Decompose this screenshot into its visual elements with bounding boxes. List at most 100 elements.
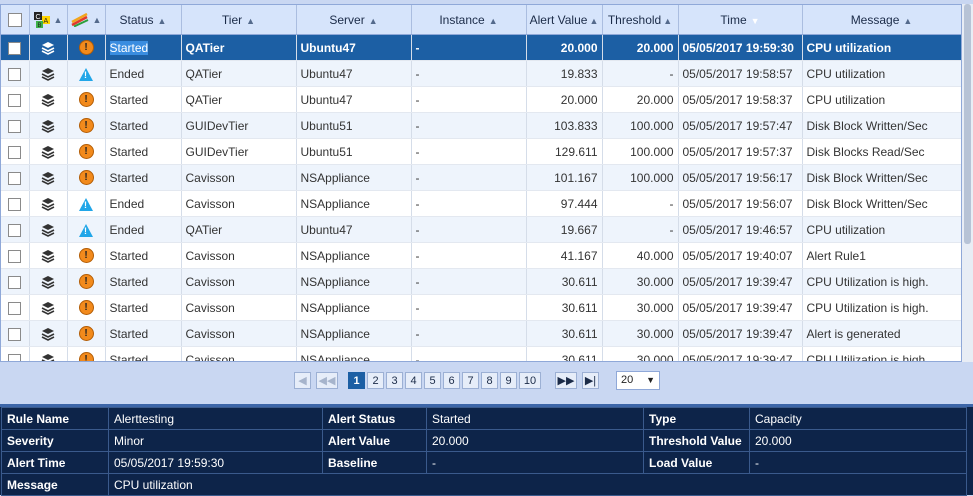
row-server-cell: NSAppliance: [296, 164, 412, 191]
column-category-header[interactable]: C A B ▲︎: [29, 5, 68, 35]
row-server-cell: NSAppliance: [296, 242, 412, 269]
row-tier-cell: Cavisson: [181, 268, 297, 295]
row-tier-cell: QATier: [181, 60, 297, 87]
row-category-cell: [29, 138, 68, 165]
row-category-cell: [29, 294, 68, 321]
table-row[interactable]: ! Started GUIDevTier Ubuntu51-103.833 100.00…: [1, 112, 961, 139]
column-threshold-header[interactable]: Threshold ▲︎: [602, 5, 679, 35]
page-size-select[interactable]: 20 ▼︎: [616, 371, 660, 390]
layers-icon: [41, 223, 55, 237]
prev-page-button[interactable]: ◀︎◀︎: [316, 372, 338, 389]
page-button-4[interactable]: 4: [405, 372, 422, 389]
row-time-cell: 05/05/2017 19:39:47: [678, 320, 803, 347]
svg-text:B: B: [37, 23, 41, 28]
row-status-cell: Started: [105, 138, 182, 165]
row-checkbox[interactable]: [1, 112, 30, 139]
row-instance-cell: -: [411, 138, 527, 165]
column-message-header[interactable]: Message ▲︎: [802, 5, 961, 35]
table-row[interactable]: ! Started GUIDevTier Ubuntu51-129.611 100.00…: [1, 138, 961, 165]
warning-circle-icon: !: [78, 352, 94, 361]
next-page-button[interactable]: ▶︎▶︎: [555, 372, 577, 389]
page-button-10[interactable]: 10: [519, 372, 541, 389]
row-alert-value-cell: 30.611: [526, 268, 603, 295]
alert-detail-table: Rule Name Alerttesting Alert Status Star…: [1, 407, 967, 496]
row-message-cell: CPU Utilization is high.: [802, 346, 961, 361]
column-time-header[interactable]: Time ▼︎: [678, 5, 803, 35]
row-checkbox[interactable]: [1, 346, 30, 361]
row-status-cell: Started: [105, 86, 182, 113]
page-button-9[interactable]: 9: [500, 372, 517, 389]
select-all-checkbox[interactable]: [1, 5, 30, 35]
layers-icon: [41, 301, 55, 315]
table-row[interactable]: ! Started QATier Ubuntu47-20.000 20.000 05/05…: [1, 86, 961, 113]
table-row[interactable]: ! Started Cavisson NSAppliance -101.167 100.0…: [1, 164, 961, 191]
column-server-header[interactable]: Server ▲︎: [296, 5, 412, 35]
last-page-button[interactable]: ▶︎|: [582, 372, 599, 389]
row-checkbox[interactable]: [1, 138, 30, 165]
sort-icon: ▲︎: [903, 15, 913, 26]
table-row[interactable]: ! Started QATier Ubuntu47-20.000 20.000 05/05…: [1, 34, 961, 61]
sort-icon: ▲︎: [53, 14, 63, 25]
row-checkbox[interactable]: [1, 190, 30, 217]
page-button-1[interactable]: 1: [348, 372, 365, 389]
row-threshold-cell: 30.000: [602, 320, 679, 347]
table-row[interactable]: ! Started Cavisson NSAppliance -41.167 40.000…: [1, 242, 961, 269]
table-row[interactable]: ! Started Cavisson NSAppliance -30.611 30.000…: [1, 268, 961, 295]
scrollbar-thumb[interactable]: [964, 4, 971, 244]
type-value: Capacity: [749, 407, 967, 430]
row-checkbox[interactable]: [1, 34, 30, 61]
layers-icon: [41, 67, 55, 81]
table-row[interactable]: EndedQATierUbuntu47-19.667-05/05/2017 19…: [1, 216, 961, 243]
column-severity-header[interactable]: ▲︎: [67, 5, 106, 35]
row-status-cell: Started: [105, 320, 182, 347]
rule-name-label: Rule Name: [1, 407, 109, 430]
row-checkbox[interactable]: [1, 294, 30, 321]
column-alert-value-header[interactable]: Alert Value ▲︎: [526, 5, 603, 35]
table-row[interactable]: EndedCavissonNSAppliance-97.444-05/05/20…: [1, 190, 961, 217]
alerts-table: C A B ▲︎ ▲︎ Status ▲︎ Tier ▲︎ Server ▲︎ Ins…: [1, 5, 961, 361]
page-button-6[interactable]: 6: [443, 372, 460, 389]
first-page-button[interactable]: ◀︎: [294, 372, 311, 389]
page-button-5[interactable]: 5: [424, 372, 441, 389]
table-row[interactable]: ! Started Cavisson NSAppliance -30.611 30.000…: [1, 320, 961, 347]
layers-icon: [41, 145, 55, 159]
severity-value: Minor: [108, 429, 323, 452]
warning-circle-icon: !: [78, 274, 94, 290]
row-severity-cell: !: [67, 86, 106, 113]
row-alert-value-cell: 20.000: [526, 34, 603, 61]
row-server-cell: Ubuntu47: [296, 86, 412, 113]
row-checkbox[interactable]: [1, 320, 30, 347]
row-checkbox[interactable]: [1, 242, 30, 269]
table-row[interactable]: EndedQATierUbuntu47-19.833-05/05/2017 19…: [1, 60, 961, 87]
column-tier-header[interactable]: Tier ▲︎: [181, 5, 297, 35]
table-row[interactable]: ! Started Cavisson NSAppliance -30.611 30.000…: [1, 346, 961, 361]
grid-vertical-scrollbar[interactable]: [962, 4, 973, 362]
row-status-cell: Started: [105, 346, 182, 361]
page-button-3[interactable]: 3: [386, 372, 403, 389]
page-button-2[interactable]: 2: [367, 372, 384, 389]
row-threshold-cell: 20.000: [602, 86, 679, 113]
page-button-7[interactable]: 7: [462, 372, 479, 389]
row-server-cell: Ubuntu47: [296, 34, 412, 61]
row-threshold-cell: 100.000: [602, 138, 679, 165]
row-message-cell: Disk Block Written/Sec: [802, 164, 961, 191]
row-checkbox[interactable]: [1, 86, 30, 113]
row-checkbox[interactable]: [1, 216, 30, 243]
row-threshold-cell: 40.000: [602, 242, 679, 269]
column-instance-header[interactable]: Instance ▲︎: [411, 5, 527, 35]
row-status-cell: Started: [105, 34, 182, 61]
row-severity-cell: !: [67, 346, 106, 361]
page-button-8[interactable]: 8: [481, 372, 498, 389]
row-server-cell: NSAppliance: [296, 268, 412, 295]
column-status-header[interactable]: Status ▲︎: [105, 5, 182, 35]
row-category-cell: [29, 164, 68, 191]
row-checkbox[interactable]: [1, 60, 30, 87]
row-checkbox[interactable]: [1, 164, 30, 191]
row-checkbox[interactable]: [1, 268, 30, 295]
row-category-cell: [29, 268, 68, 295]
sort-icon: ▲︎: [246, 15, 256, 26]
row-server-cell: NSAppliance: [296, 190, 412, 217]
table-row[interactable]: ! Started Cavisson NSAppliance -30.611 30.000…: [1, 294, 961, 321]
warning-circle-icon: !: [78, 170, 94, 186]
row-threshold-cell: 30.000: [602, 268, 679, 295]
